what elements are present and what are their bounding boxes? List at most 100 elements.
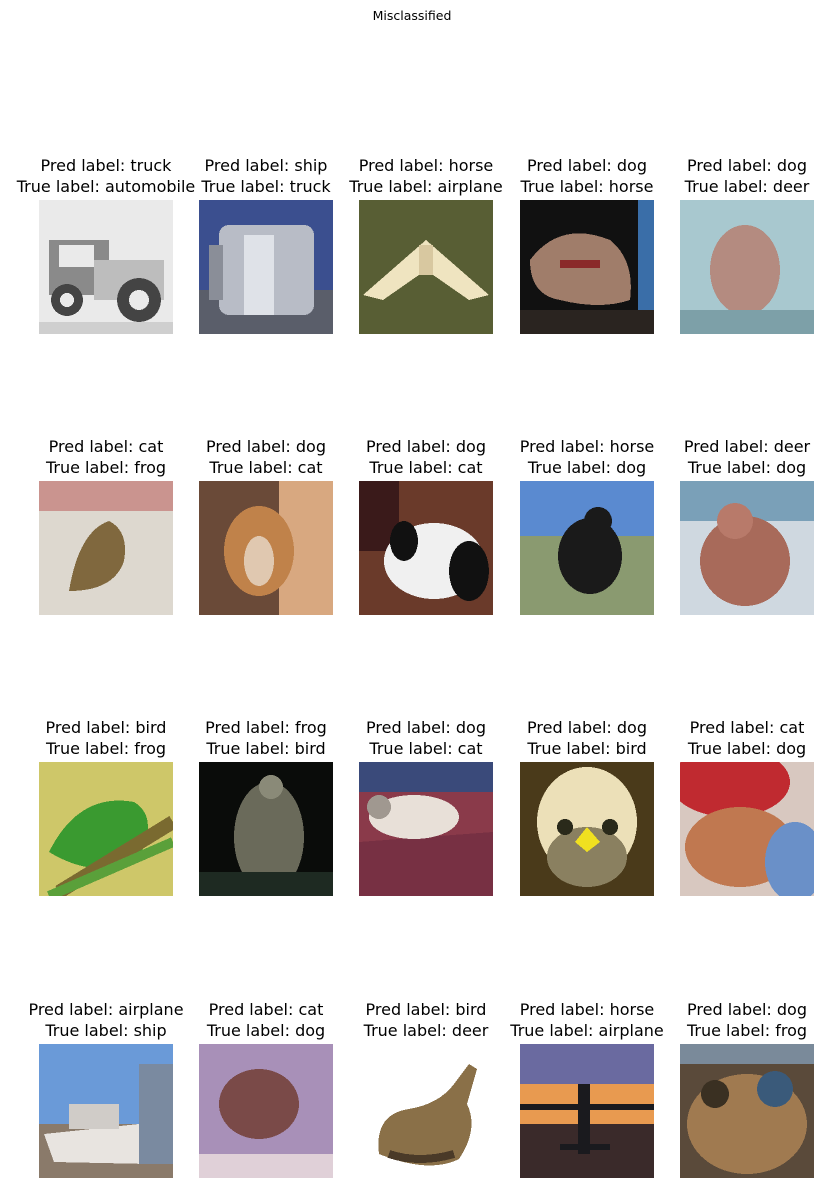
pred-label: Pred label: dog bbox=[366, 718, 486, 737]
true-label: True label: bird bbox=[527, 739, 647, 758]
frog-photo bbox=[680, 1044, 814, 1178]
true-label: True label: frog bbox=[45, 739, 167, 758]
cell-caption: Pred label: dog True label: cat bbox=[206, 436, 326, 478]
pred-label: Pred label: dog bbox=[687, 1000, 807, 1019]
true-label: True label: airplane bbox=[349, 177, 503, 196]
cell-caption: Pred label: airplane True label: ship bbox=[28, 999, 183, 1041]
grid-cell: Pred label: dog True label: bird bbox=[520, 717, 654, 907]
grid-cell: Pred label: airplane True label: ship bbox=[28, 999, 184, 1189]
truck-photo bbox=[199, 200, 333, 334]
airplane-photo bbox=[520, 1044, 654, 1178]
cell-caption: Pred label: cat True label: dog bbox=[207, 999, 325, 1041]
figure-title: Misclassified bbox=[372, 8, 452, 23]
true-label: True label: cat bbox=[209, 458, 323, 477]
true-label: True label: dog bbox=[687, 739, 807, 758]
grid-cell: Pred label: bird True label: frog bbox=[39, 717, 173, 907]
cell-caption: Pred label: cat True label: dog bbox=[688, 717, 806, 759]
true-label: True label: dog bbox=[206, 1021, 326, 1040]
true-label: True label: cat bbox=[369, 458, 483, 477]
true-label: True label: deer bbox=[363, 1021, 489, 1040]
true-label: True label: horse bbox=[520, 177, 654, 196]
true-label: True label: automobile bbox=[16, 177, 196, 196]
cell-caption: Pred label: dog True label: horse bbox=[521, 155, 654, 197]
horse-photo bbox=[520, 200, 654, 334]
grid-cell: Pred label: dog True label: cat bbox=[359, 436, 493, 626]
deer-photo bbox=[359, 1044, 493, 1178]
cell-caption: Pred label: dog True label: cat bbox=[366, 436, 486, 478]
cell-caption: Pred label: dog True label: bird bbox=[527, 717, 647, 759]
pred-label: Pred label: horse bbox=[358, 156, 494, 175]
automobile-photo bbox=[39, 200, 173, 334]
grid-cell: Pred label: dog True label: frog bbox=[680, 999, 814, 1189]
true-label: True label: bird bbox=[206, 739, 326, 758]
cell-caption: Pred label: dog True label: cat bbox=[366, 717, 486, 759]
grid-cell: Pred label: horse True label: airplane bbox=[349, 155, 503, 345]
grid-cell: Pred label: cat True label: dog bbox=[199, 999, 333, 1189]
grid-cell: Pred label: horse True label: dog bbox=[520, 436, 654, 626]
grid-cell: Pred label: dog True label: deer bbox=[680, 155, 814, 345]
dog-photo bbox=[680, 481, 814, 615]
bird-photo bbox=[199, 762, 333, 896]
cat-photo bbox=[199, 481, 333, 615]
true-label: True label: dog bbox=[527, 458, 647, 477]
cell-caption: Pred label: dog True label: frog bbox=[687, 999, 807, 1041]
cell-caption: Pred label: horse True label: dog bbox=[520, 436, 655, 478]
frog-photo bbox=[39, 481, 173, 615]
cell-caption: Pred label: frog True label: bird bbox=[205, 717, 327, 759]
grid-cell: Pred label: frog True label: bird bbox=[199, 717, 333, 907]
true-label: True label: deer bbox=[684, 177, 810, 196]
pred-label: Pred label: bird bbox=[45, 718, 167, 737]
bird-photo bbox=[520, 762, 654, 896]
grid-cell: Pred label: dog True label: cat bbox=[199, 436, 333, 626]
true-label: True label: frog bbox=[686, 1021, 808, 1040]
grid-cell: Pred label: bird True label: deer bbox=[359, 999, 493, 1189]
pred-label: Pred label: dog bbox=[527, 156, 647, 175]
cell-caption: Pred label: horse True label: airplane bbox=[349, 155, 502, 197]
pred-label: Pred label: horse bbox=[519, 1000, 655, 1019]
pred-label: Pred label: cat bbox=[689, 718, 805, 737]
pred-label: Pred label: dog bbox=[366, 437, 486, 456]
true-label: True label: ship bbox=[45, 1021, 167, 1040]
grid-cell: Pred label: truck True label: automobile bbox=[17, 155, 195, 345]
grid-cell: Pred label: cat True label: dog bbox=[680, 717, 814, 907]
pred-label: Pred label: airplane bbox=[28, 1000, 184, 1019]
frog-photo bbox=[39, 762, 173, 896]
pred-label: Pred label: truck bbox=[40, 156, 172, 175]
deer-photo bbox=[680, 200, 814, 334]
pred-label: Pred label: dog bbox=[687, 156, 807, 175]
true-label: True label: truck bbox=[201, 177, 331, 196]
grid-cell: Pred label: cat True label: frog bbox=[39, 436, 173, 626]
pred-label: Pred label: ship bbox=[204, 156, 328, 175]
pred-label: Pred label: horse bbox=[519, 437, 655, 456]
dog-photo bbox=[680, 762, 814, 896]
pred-label: Pred label: bird bbox=[365, 1000, 487, 1019]
cell-caption: Pred label: deer True label: dog bbox=[684, 436, 810, 478]
cell-caption: Pred label: dog True label: deer bbox=[685, 155, 810, 197]
cell-caption: Pred label: truck True label: automobile bbox=[17, 155, 196, 197]
pred-label: Pred label: cat bbox=[48, 437, 164, 456]
cell-caption: Pred label: ship True label: truck bbox=[201, 155, 330, 197]
grid-cell: Pred label: horse True label: airplane bbox=[510, 999, 664, 1189]
ship-photo bbox=[39, 1044, 173, 1178]
cell-caption: Pred label: bird True label: deer bbox=[364, 999, 489, 1041]
pred-label: Pred label: cat bbox=[208, 1000, 324, 1019]
pred-label: Pred label: dog bbox=[527, 718, 647, 737]
true-label: True label: cat bbox=[369, 739, 483, 758]
grid-cell: Pred label: dog True label: cat bbox=[359, 717, 493, 907]
pred-label: Pred label: dog bbox=[206, 437, 326, 456]
grid-cell: Pred label: dog True label: horse bbox=[520, 155, 654, 345]
dog-photo bbox=[520, 481, 654, 615]
dog-photo bbox=[199, 1044, 333, 1178]
airplane-photo bbox=[359, 200, 493, 334]
true-label: True label: frog bbox=[45, 458, 167, 477]
grid-cell: Pred label: deer True label: dog bbox=[680, 436, 814, 626]
cat-photo bbox=[359, 481, 493, 615]
cat-photo bbox=[359, 762, 493, 896]
cell-caption: Pred label: horse True label: airplane bbox=[510, 999, 663, 1041]
true-label: True label: dog bbox=[687, 458, 807, 477]
true-label: True label: airplane bbox=[510, 1021, 664, 1040]
pred-label: Pred label: deer bbox=[683, 437, 811, 456]
grid-cell: Pred label: ship True label: truck bbox=[199, 155, 333, 345]
pred-label: Pred label: frog bbox=[205, 718, 327, 737]
cell-caption: Pred label: cat True label: frog bbox=[46, 436, 166, 478]
